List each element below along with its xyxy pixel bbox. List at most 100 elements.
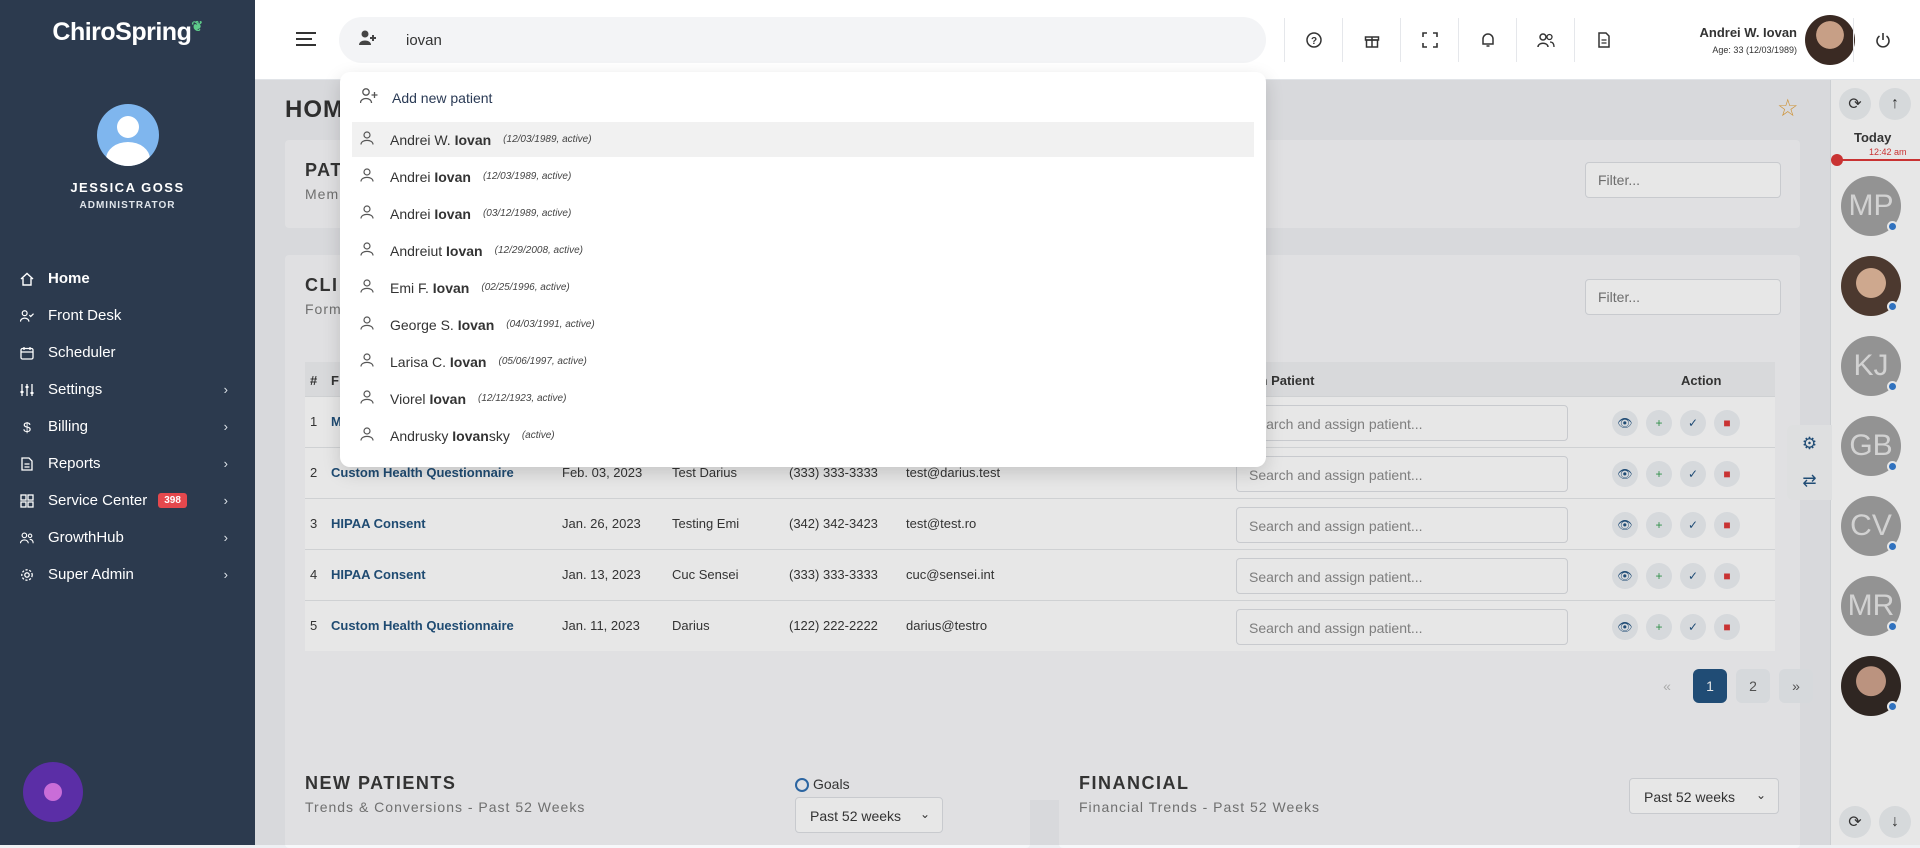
goals-radio-icon[interactable]	[795, 778, 809, 793]
clinic-filter-input[interactable]	[1585, 279, 1781, 315]
delete-trash-icon[interactable]: ■	[1714, 512, 1740, 538]
profile-avatar[interactable]	[1805, 15, 1855, 65]
search-result-item[interactable]: Emi F. Iovan (02/25/1996, active)	[352, 270, 1254, 305]
financial-range-select[interactable]: Past 52 weeks ⌄	[1629, 778, 1779, 814]
arrow-down-icon[interactable]: ↓	[1879, 806, 1911, 838]
help-icon[interactable]: ?	[1284, 18, 1342, 62]
search-result-item[interactable]: Andrei Iovan (12/03/1989, active)	[352, 159, 1254, 194]
check-icon[interactable]: ✓	[1680, 461, 1706, 487]
delete-trash-icon[interactable]: ■	[1714, 563, 1740, 589]
sidebar-item-scheduler[interactable]: Scheduler	[0, 334, 255, 371]
delete-trash-icon[interactable]: ■	[1714, 461, 1740, 487]
sidebar-item-billing[interactable]: $ Billing ›	[0, 408, 255, 445]
add-new-patient-option[interactable]: Add new patient	[359, 88, 492, 108]
search-result-item[interactable]: George S. Iovan (04/03/1991, active)	[352, 307, 1254, 342]
goals-toggle[interactable]: Goals	[795, 776, 850, 793]
assign-patient-select[interactable]: Search and assign patient...	[1236, 456, 1568, 492]
user-icon	[360, 427, 374, 444]
result-name-match: Iovan	[454, 131, 492, 148]
appointment-avatar[interactable]: GB	[1841, 416, 1901, 476]
gift-icon[interactable]	[1342, 18, 1400, 62]
result-name-match: Iovan	[432, 279, 470, 296]
delete-trash-icon[interactable]: ■	[1714, 614, 1740, 640]
pager-page-1[interactable]: 1	[1693, 669, 1727, 703]
sidebar-item-super-admin[interactable]: Super Admin ›	[0, 556, 255, 593]
sidebar-item-settings[interactable]: Settings ›	[0, 371, 255, 408]
form-name-link[interactable]: HIPAA Consent	[331, 567, 426, 582]
delete-trash-icon[interactable]: ■	[1714, 410, 1740, 436]
search-result-item[interactable]: Andreiut Iovan (12/29/2008, active)	[352, 233, 1254, 268]
assign-patient-select[interactable]: Search and assign patient...	[1236, 405, 1568, 441]
power-icon[interactable]	[1853, 18, 1911, 62]
current-patient-profile[interactable]: Andrei W. Iovan Age: 33 (12/03/1989)	[1655, 14, 1855, 66]
bell-icon[interactable]	[1458, 18, 1516, 62]
logo[interactable]: ChiroSpring❦	[0, 18, 255, 47]
pager-page-2[interactable]: 2	[1736, 669, 1770, 703]
assign-user-icon[interactable]: +	[1646, 563, 1672, 589]
new-patients-range-select[interactable]: Past 52 weeks ⌄	[795, 797, 943, 833]
assign-patient-select[interactable]: Search and assign patient...	[1236, 507, 1568, 543]
refresh-bottom-icon[interactable]: ⟳	[1839, 806, 1871, 838]
appointment-avatar[interactable]: KJ	[1841, 336, 1901, 396]
view-eye-icon[interactable]: 👁	[1612, 563, 1638, 589]
pager-next[interactable]: »	[1779, 669, 1813, 703]
check-icon[interactable]: ✓	[1680, 410, 1706, 436]
view-eye-icon[interactable]: 👁	[1612, 461, 1638, 487]
check-icon[interactable]: ✓	[1680, 614, 1706, 640]
view-eye-icon[interactable]: 👁	[1612, 410, 1638, 436]
user-avatar[interactable]	[97, 104, 159, 166]
row-date: Feb. 03, 2023	[562, 465, 643, 480]
search-result-item[interactable]: Andrei W. Iovan (12/03/1989, active)	[352, 122, 1254, 157]
favorite-star-icon[interactable]: ☆	[1777, 94, 1799, 123]
result-name-prefix: Viorel	[390, 390, 430, 407]
table-row: 3 HIPAA Consent Jan. 26, 2023 Testing Emi (3…	[305, 498, 1775, 549]
check-icon[interactable]: ✓	[1680, 563, 1706, 589]
sidebar-item-reports[interactable]: Reports ›	[0, 445, 255, 482]
assign-patient-select[interactable]: Search and assign patient...	[1236, 558, 1568, 594]
sidebar-item-front-desk[interactable]: Front Desk	[0, 297, 255, 334]
chevron-down-icon: ⌄	[919, 807, 930, 821]
appointment-avatar[interactable]	[1841, 256, 1901, 316]
form-name-link[interactable]: Custom Health Questionnaire	[331, 465, 514, 480]
arrow-up-icon[interactable]: ↑	[1879, 88, 1911, 120]
view-eye-icon[interactable]: 👁	[1612, 512, 1638, 538]
status-dot	[1887, 701, 1898, 712]
chat-launcher-button[interactable]	[23, 762, 83, 822]
assign-user-icon[interactable]: +	[1646, 512, 1672, 538]
form-name-link[interactable]: HIPAA Consent	[331, 516, 426, 531]
sidebar-item-service-center[interactable]: Service Center 398 ›	[0, 482, 255, 519]
form-name-link[interactable]: Custom Health Questionnaire	[331, 618, 514, 633]
assign-user-icon[interactable]: +	[1646, 461, 1672, 487]
add-user-icon[interactable]	[359, 30, 377, 51]
appointment-avatar[interactable]: MR	[1841, 576, 1901, 636]
appointment-avatar[interactable]	[1841, 656, 1901, 716]
search-result-item[interactable]: Andrei Iovan (03/12/1989, active)	[352, 196, 1254, 231]
search-result-item[interactable]: Andrusky Iovan sky (active)	[352, 418, 1254, 453]
row-email: cuc@sensei.int	[906, 567, 995, 582]
file-icon[interactable]	[1574, 18, 1632, 62]
fullscreen-icon[interactable]	[1400, 18, 1458, 62]
settings-gears-icon[interactable]: ⚙	[1787, 425, 1832, 462]
pager-prev[interactable]: «	[1650, 669, 1684, 703]
search-result-item[interactable]: Larisa C. Iovan (05/06/1997, active)	[352, 344, 1254, 379]
check-icon[interactable]: ✓	[1680, 512, 1706, 538]
refresh-icon[interactable]: ⟳	[1839, 88, 1871, 120]
search-input[interactable]	[406, 29, 1206, 51]
assign-user-icon[interactable]: +	[1646, 410, 1672, 436]
patients-filter-input[interactable]	[1585, 162, 1781, 198]
patient-search[interactable]	[339, 17, 1266, 63]
assign-user-icon[interactable]: +	[1646, 614, 1672, 640]
result-name-match: Iovan	[429, 390, 467, 407]
appointment-avatar[interactable]: MP	[1841, 176, 1901, 236]
result-name-prefix: Andrei	[390, 205, 435, 222]
sidebar-item-home[interactable]: Home	[0, 260, 255, 297]
appointments-rail: ⟳ ↑ Today 12:42 am MP KJ GB CV MR ⟳ ↓	[1830, 80, 1920, 845]
assign-patient-select[interactable]: Search and assign patient...	[1236, 609, 1568, 645]
transfer-icon[interactable]: ⇄	[1787, 462, 1832, 499]
search-result-item[interactable]: Viorel Iovan (12/12/1923, active)	[352, 381, 1254, 416]
view-eye-icon[interactable]: 👁	[1612, 614, 1638, 640]
appointment-avatar[interactable]: CV	[1841, 496, 1901, 556]
menu-toggle-icon[interactable]	[296, 32, 316, 50]
team-icon[interactable]	[1516, 18, 1574, 62]
sidebar-item-growthhub[interactable]: GrowthHub ›	[0, 519, 255, 556]
